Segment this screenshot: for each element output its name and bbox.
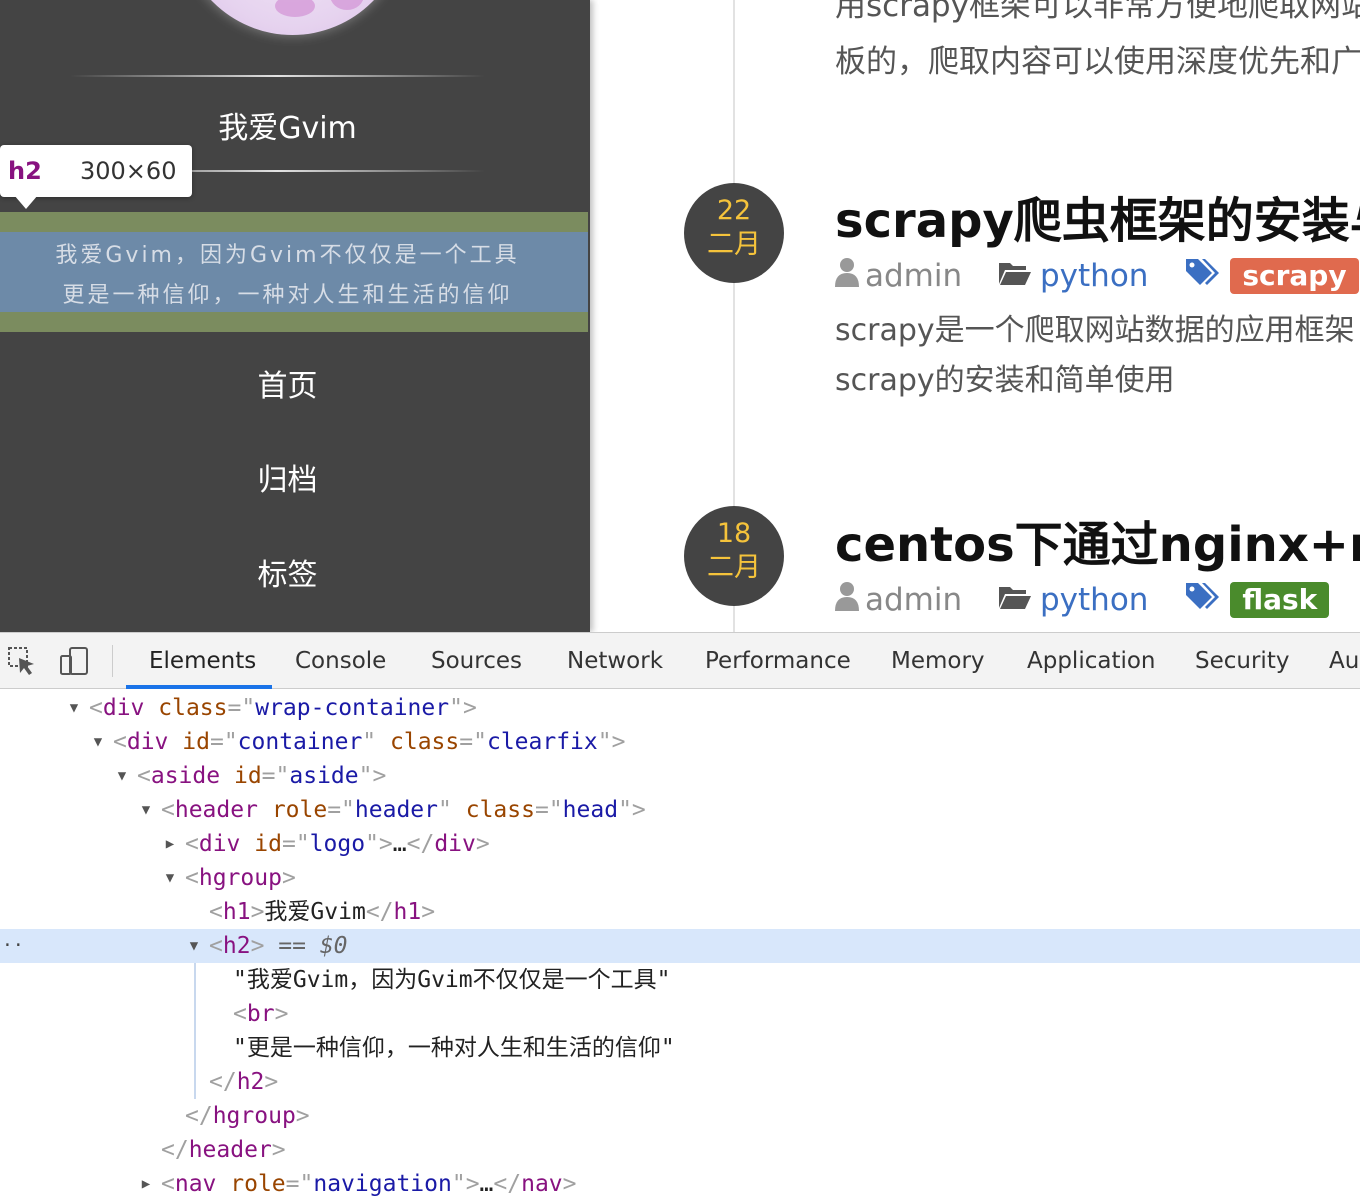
date-badge: 18 二月 xyxy=(684,506,784,606)
post-title[interactable]: centos下通过nginx+re xyxy=(835,505,1360,575)
dom-text-node[interactable]: "更是一种信仰，一种对人生和生活的信仰" xyxy=(0,1031,1360,1065)
tab-elements[interactable]: Elements xyxy=(149,633,256,689)
tab-memory[interactable]: Memory xyxy=(891,633,985,689)
toolbar-divider xyxy=(112,645,113,677)
dom-node-h1[interactable]: <h1>我爱Gvim</h1> xyxy=(0,895,1360,929)
tags-icon xyxy=(1184,581,1220,619)
dom-node-header[interactable]: ▼ <header role="header" class="head"> xyxy=(0,793,1360,827)
tab-performance[interactable]: Performance xyxy=(705,633,851,689)
indent-guide xyxy=(194,963,196,1099)
inspect-tooltip: h2 300×60 xyxy=(0,145,192,209)
nav-item-tags[interactable]: 标签 xyxy=(0,550,575,594)
collapse-triangle-icon[interactable]: ▼ xyxy=(186,929,202,963)
elements-dom-tree: ▼ <div class="wrap-container"> ▼ <div id… xyxy=(0,689,1360,1200)
logo-avatar[interactable] xyxy=(180,0,405,35)
inspect-element-icon[interactable] xyxy=(6,645,38,677)
tab-application[interactable]: Application xyxy=(1027,633,1156,689)
collapse-triangle-icon[interactable]: ▼ xyxy=(90,725,106,759)
dom-node-aside[interactable]: ▼ <aside id="aside"> xyxy=(0,759,1360,793)
site-title[interactable]: 我爱Gvim xyxy=(0,103,575,147)
post-author[interactable]: admin xyxy=(865,582,962,618)
post-author[interactable]: admin xyxy=(865,258,962,294)
expand-triangle-icon[interactable]: ▶ xyxy=(138,1167,154,1200)
subtitle-line-2: 更是一种信仰，一种对人生和生活的信仰 xyxy=(62,283,513,308)
dom-node-wrap-container[interactable]: ▼ <div class="wrap-container"> xyxy=(0,691,1360,725)
date-badge: 22 二月 xyxy=(684,183,784,283)
expand-triangle-icon[interactable]: ▶ xyxy=(162,827,178,861)
date-day: 18 xyxy=(716,518,752,549)
device-toolbar-icon[interactable] xyxy=(58,645,90,677)
dom-node-container[interactable]: ▼ <div id="container" class="clearfix"> xyxy=(0,725,1360,759)
nav-item-archive[interactable]: 归档 xyxy=(0,455,575,499)
previous-post-snippet: 用scrapy框架可以非常方便地爬取网站 板的，爬取内容可以使用深度优先和广 xyxy=(835,0,1360,90)
dom-close-header[interactable]: </header> xyxy=(0,1133,1360,1167)
post-meta: admin python flask xyxy=(835,580,1330,620)
user-icon xyxy=(835,581,859,619)
folder-open-icon xyxy=(998,582,1032,618)
devtools-toolbar: Elements Console Sources Network Perform… xyxy=(0,633,1360,689)
post-category[interactable]: python xyxy=(1040,258,1148,294)
snippet-line-2: 板的，爬取内容可以使用深度优先和广 xyxy=(835,44,1360,80)
dom-close-h2[interactable]: </h2> xyxy=(0,1065,1360,1099)
tags-icon xyxy=(1184,257,1220,295)
post-description: scrapy是一个爬取网站数据的应用框架 scrapy的安装和简单使用 xyxy=(835,306,1355,406)
post-description-line-2: scrapy的安装和简单使用 xyxy=(835,363,1175,398)
h2-margin-highlight-top xyxy=(0,212,588,232)
post-meta: admin python scrapy xyxy=(835,256,1359,296)
page-viewport: 我爱Gvim 我爱Gvim，因为Gvim不仅仅是一个工具 更是一种信仰，一种对人… xyxy=(0,0,1360,632)
tooltip-tag: h2 xyxy=(8,157,42,185)
collapse-triangle-icon[interactable]: ▼ xyxy=(66,691,82,725)
collapse-triangle-icon[interactable]: ▼ xyxy=(138,793,154,827)
sidebar: 我爱Gvim 我爱Gvim，因为Gvim不仅仅是一个工具 更是一种信仰，一种对人… xyxy=(0,0,590,632)
more-actions-dots[interactable]: ·· xyxy=(2,929,24,963)
dom-node-h2-selected[interactable]: ▼ <h2> == $0 xyxy=(0,929,1360,963)
dom-text-node[interactable]: "我爱Gvim，因为Gvim不仅仅是一个工具" xyxy=(0,963,1360,997)
dom-node-hgroup[interactable]: ▼ <hgroup> xyxy=(0,861,1360,895)
dom-close-hgroup[interactable]: </hgroup> xyxy=(0,1099,1360,1133)
post-category[interactable]: python xyxy=(1040,582,1148,618)
post-title[interactable]: scrapy爬虫框架的安装与 xyxy=(835,181,1360,251)
user-icon xyxy=(835,257,859,295)
date-day: 22 xyxy=(716,195,752,226)
snippet-line-1: 用scrapy框架可以非常方便地爬取网站 xyxy=(835,0,1360,24)
tooltip-dimensions: 300×60 xyxy=(80,157,177,185)
tab-sources[interactable]: Sources xyxy=(431,633,522,689)
dom-node-nav[interactable]: ▶ <nav role="navigation">…</nav> xyxy=(0,1167,1360,1200)
tab-console[interactable]: Console xyxy=(295,633,386,689)
dom-node-logo[interactable]: ▶ <div id="logo">…</div> xyxy=(0,827,1360,861)
post-tag[interactable]: flask xyxy=(1230,581,1330,618)
divider-top xyxy=(70,75,485,77)
collapse-triangle-icon[interactable]: ▼ xyxy=(114,759,130,793)
post-tag[interactable]: scrapy xyxy=(1230,257,1359,294)
tab-network[interactable]: Network xyxy=(567,633,663,689)
post-description-line-1: scrapy是一个爬取网站数据的应用框架 xyxy=(835,313,1355,348)
devtools-panel: Elements Console Sources Network Perform… xyxy=(0,632,1360,1200)
folder-open-icon xyxy=(998,258,1032,294)
nav-item-home[interactable]: 首页 xyxy=(0,361,575,405)
dom-node-br[interactable]: <br> xyxy=(0,997,1360,1031)
tab-audits[interactable]: Au xyxy=(1329,633,1359,689)
date-month: 二月 xyxy=(707,229,761,260)
collapse-triangle-icon[interactable]: ▼ xyxy=(162,861,178,895)
site-subtitle: 我爱Gvim，因为Gvim不仅仅是一个工具 更是一种信仰，一种对人生和生活的信仰 xyxy=(0,236,575,316)
tab-security[interactable]: Security xyxy=(1195,633,1289,689)
subtitle-line-1: 我爱Gvim，因为Gvim不仅仅是一个工具 xyxy=(55,243,520,268)
date-month: 二月 xyxy=(707,552,761,583)
tooltip-arrow xyxy=(14,195,38,209)
